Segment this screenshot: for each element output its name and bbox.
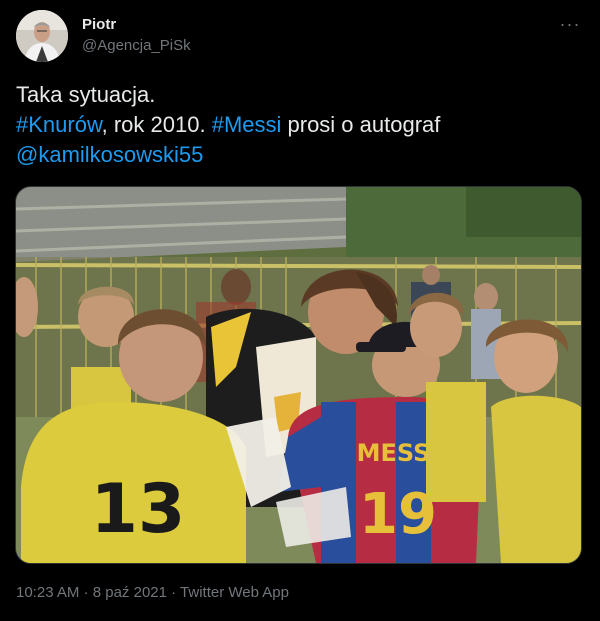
mention-link[interactable]: @kamilkosowski55 bbox=[16, 142, 203, 167]
shirt-left-number: 13 bbox=[91, 470, 186, 549]
user-info: Piotr @Agencja_PiSk bbox=[82, 16, 191, 56]
display-name[interactable]: Piotr bbox=[82, 16, 191, 34]
tweet-source[interactable]: Twitter Web App bbox=[180, 584, 289, 601]
tweet-text: Taka sytuacja. #Knurów, rok 2010. #Messi… bbox=[16, 80, 584, 170]
tweet-photo[interactable]: MESSI 19 13 bbox=[15, 186, 582, 564]
more-options-button[interactable]: ··· bbox=[558, 14, 582, 38]
tweet-text-line2: #Knurów, rok 2010. #Messi prosi o autogr… bbox=[16, 110, 584, 140]
hashtag-link[interactable]: #Knurów bbox=[16, 112, 102, 137]
tweet-card: Piotr @Agencja_PiSk ··· Taka sytuacja. #… bbox=[0, 0, 600, 621]
shirt-center-number: 19 bbox=[359, 482, 437, 547]
ellipsis-icon: ··· bbox=[559, 14, 581, 34]
avatar-photo-icon bbox=[16, 10, 68, 62]
tweet-meta: 10:23 AM · 8 paź 2021 · Twitter Web App bbox=[16, 583, 289, 603]
meta-separator: · bbox=[79, 584, 93, 601]
tweet-header: Piotr @Agencja_PiSk ··· bbox=[16, 10, 584, 66]
meta-separator: · bbox=[166, 584, 181, 601]
user-handle[interactable]: @Agencja_PiSk bbox=[82, 36, 191, 56]
tweet-text-line3: @kamilkosowski55 bbox=[16, 140, 584, 170]
hashtag-link[interactable]: #Messi bbox=[212, 112, 282, 137]
tweet-date[interactable]: 8 paź 2021 bbox=[93, 584, 167, 601]
tweet-text-segment: , rok 2010. bbox=[101, 112, 212, 137]
avatar[interactable] bbox=[16, 10, 68, 62]
tweet-time[interactable]: 10:23 AM bbox=[16, 584, 79, 601]
photo-illustration: MESSI 19 13 bbox=[16, 187, 581, 563]
tweet-text-segment: prosi o autograf bbox=[281, 112, 441, 137]
tweet-text-line1: Taka sytuacja. bbox=[16, 82, 156, 107]
